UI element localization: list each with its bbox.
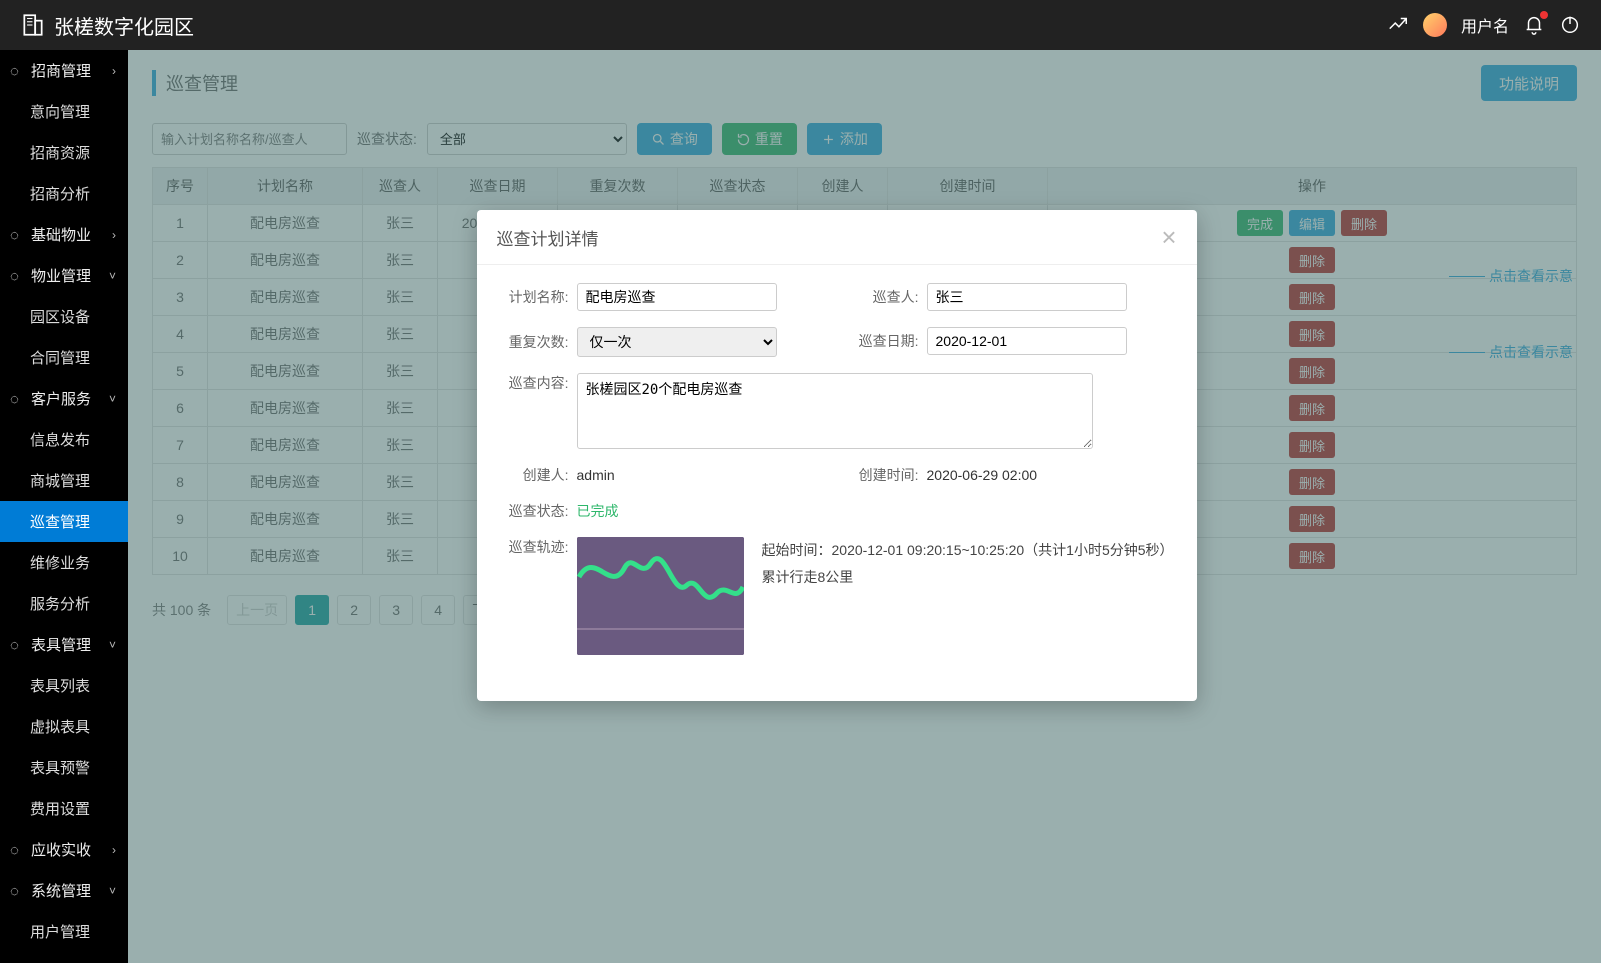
meter-icon: ◌ <box>10 637 25 652</box>
nav-child-园区设备[interactable]: 园区设备 <box>0 296 128 337</box>
nav-parent-客户服务[interactable]: ◌客户服务˅ <box>0 378 128 419</box>
close-icon[interactable]: × <box>1161 224 1176 250</box>
app-title: 张槎数字化园区 <box>54 11 194 40</box>
status-value: 已完成 <box>577 501 619 521</box>
nav-child-意向管理[interactable]: 意向管理 <box>0 91 128 132</box>
content-field[interactable]: 张槎园区20个配电房巡查 <box>577 373 1093 449</box>
nav-parent-物业管理[interactable]: ◌物业管理˅ <box>0 255 128 296</box>
repeat-select[interactable]: 仅一次 <box>577 327 777 357</box>
sidebar: ◌招商管理›意向管理招商资源招商分析◌基础物业›◌物业管理˅园区设备合同管理◌客… <box>0 50 128 963</box>
nav-child-招商资源[interactable]: 招商资源 <box>0 132 128 173</box>
power-icon[interactable] <box>1559 13 1581 38</box>
nav-parent-招商管理[interactable]: ◌招商管理› <box>0 50 128 91</box>
person-field[interactable] <box>927 283 1127 311</box>
stats-icon[interactable] <box>1387 13 1409 38</box>
nav-child-合同管理[interactable]: 合同管理 <box>0 337 128 378</box>
ctime-value: 2020-06-29 02:00 <box>927 467 1038 483</box>
nav-child-信息发布[interactable]: 信息发布 <box>0 419 128 460</box>
date-field[interactable] <box>927 327 1127 355</box>
nav-child-表具预警[interactable]: 表具预警 <box>0 747 128 788</box>
creator-value: admin <box>577 467 615 483</box>
nav-child-服务分析[interactable]: 服务分析 <box>0 583 128 624</box>
modal-title: 巡查计划详情 <box>497 225 599 250</box>
track-path-icon <box>577 537 744 655</box>
app-logo: 张槎数字化园区 <box>20 11 194 40</box>
username[interactable]: 用户名 <box>1461 13 1509 37</box>
track-thumbnail[interactable] <box>577 537 744 655</box>
track-info: 起始时间：2020-12-01 09:20:15~10:25:20（共计1小时5… <box>762 537 1174 590</box>
bell-icon[interactable] <box>1523 13 1545 38</box>
avatar[interactable] <box>1423 13 1447 37</box>
user-icon: ◌ <box>10 391 25 406</box>
nav-child-表具列表[interactable]: 表具列表 <box>0 665 128 706</box>
home-icon: ◌ <box>10 227 25 242</box>
nav-parent-应收实收[interactable]: ◌应收实收› <box>0 829 128 870</box>
flag-icon: ◌ <box>10 63 25 78</box>
nav-child-招商分析[interactable]: 招商分析 <box>0 173 128 214</box>
nav-child-商城管理[interactable]: 商城管理 <box>0 460 128 501</box>
building-icon <box>20 12 46 38</box>
topbar: 张槎数字化园区 用户名 <box>0 0 1601 50</box>
detail-modal: 巡查计划详情 × 计划名称: 巡查人: 重复次数:仅一次 巡查日期: 巡查内容:… <box>477 210 1197 701</box>
nav-child-维修业务[interactable]: 维修业务 <box>0 542 128 583</box>
nav-parent-系统管理[interactable]: ◌系统管理˅ <box>0 870 128 911</box>
nav-child-费用设置[interactable]: 费用设置 <box>0 788 128 829</box>
nav-child-虚拟表具[interactable]: 虚拟表具 <box>0 706 128 747</box>
nav-child-用户管理[interactable]: 用户管理 <box>0 911 128 952</box>
coin-icon: ◌ <box>10 842 25 857</box>
plan-name-field[interactable] <box>577 283 777 311</box>
nav-child-巡查管理[interactable]: 巡查管理 <box>0 501 128 542</box>
nav-parent-基础物业[interactable]: ◌基础物业› <box>0 214 128 255</box>
sys-icon: ◌ <box>10 883 25 898</box>
cog-icon: ◌ <box>10 268 25 283</box>
nav-parent-表具管理[interactable]: ◌表具管理˅ <box>0 624 128 665</box>
